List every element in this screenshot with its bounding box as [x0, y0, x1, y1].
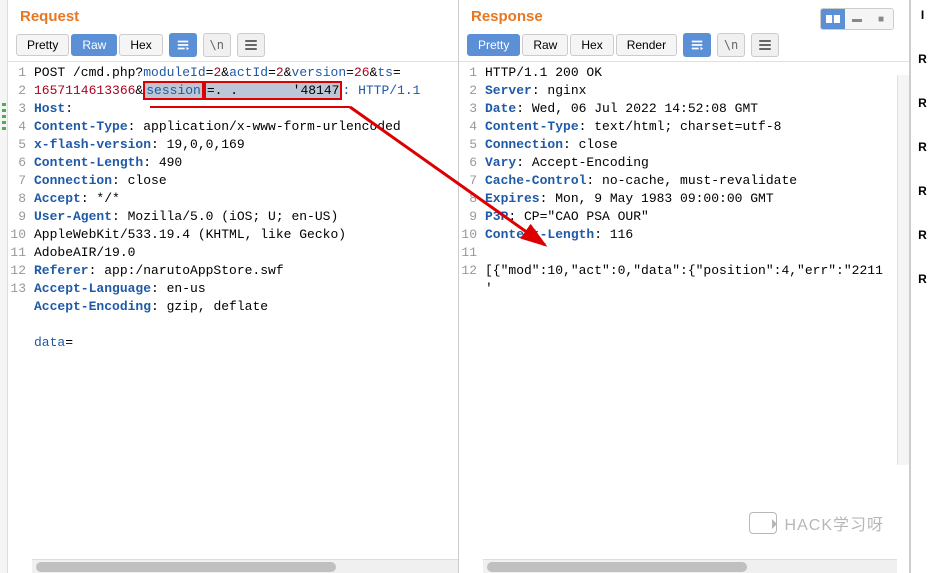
request-toolbar: PrettyRawHex \n — [8, 29, 458, 62]
request-code[interactable]: POST /cmd.php?moduleId=2&actId=2&version… — [32, 62, 458, 573]
code-line[interactable]: HTTP/1.1 200 OK — [483, 64, 909, 82]
tab-pretty[interactable]: Pretty — [467, 34, 520, 56]
code-line[interactable]: Expires: Mon, 9 May 1983 09:00:00 GMT — [483, 190, 909, 208]
code-line[interactable]: Vary: Accept-Encoding — [483, 154, 909, 172]
code-line[interactable]: Content-Length: 116 — [483, 226, 909, 244]
code-line[interactable]: Connection: close — [483, 136, 909, 154]
newline-icon[interactable]: \n — [717, 33, 745, 57]
right-sidebar: I R R R R R R — [910, 0, 934, 573]
code-line[interactable]: Server: nginx — [483, 82, 909, 100]
tab-hex[interactable]: Hex — [570, 34, 613, 56]
right-label[interactable]: R — [911, 272, 934, 286]
code-line[interactable]: Content-Type: application/x-www-form-url… — [32, 118, 458, 136]
code-line[interactable]: POST /cmd.php?moduleId=2&actId=2&version… — [32, 64, 458, 82]
watermark: HACK学习呀 — [749, 511, 884, 535]
watermark-text: HACK学习呀 — [785, 511, 884, 535]
code-line[interactable]: ' — [483, 280, 909, 298]
wechat-icon — [749, 512, 777, 534]
newline-icon[interactable]: \n — [203, 33, 231, 57]
code-line[interactable] — [483, 244, 909, 262]
tab-pretty[interactable]: Pretty — [16, 34, 69, 56]
code-line[interactable]: AdobeAIR/19.0 — [32, 244, 458, 262]
code-line[interactable]: Content-Length: 490 — [32, 154, 458, 172]
response-code[interactable]: HTTP/1.1 200 OKServer: nginxDate: Wed, 0… — [483, 62, 909, 573]
code-line[interactable]: 1657114613366&session=. . '48147: HTTP/1… — [32, 82, 458, 100]
right-label[interactable]: I — [911, 8, 934, 22]
expand-icon[interactable] — [169, 33, 197, 57]
response-gutter: 123456789101112 — [459, 62, 483, 573]
right-label[interactable]: R — [911, 184, 934, 198]
view-split-icon[interactable] — [821, 9, 845, 29]
tab-raw[interactable]: Raw — [71, 34, 117, 56]
code-line[interactable]: Host: — [32, 100, 458, 118]
response-vscroll[interactable] — [897, 75, 909, 465]
right-label[interactable]: R — [911, 52, 934, 66]
view-single-icon[interactable]: ▬ — [845, 9, 869, 29]
request-gutter: 12345678910111213 — [8, 62, 32, 573]
code-line[interactable]: Referer: app:/narutoAppStore.swf — [32, 262, 458, 280]
left-gutter — [0, 0, 8, 573]
code-line[interactable]: Cache-Control: no-cache, must-revalidate — [483, 172, 909, 190]
code-line[interactable]: AppleWebKit/533.19.4 (KHTML, like Gecko) — [32, 226, 458, 244]
expand-icon[interactable] — [683, 33, 711, 57]
code-line[interactable]: Accept-Language: en-us — [32, 280, 458, 298]
code-line[interactable]: Accept: */* — [32, 190, 458, 208]
response-panel: Response PrettyRawHexRender \n 1234567891… — [459, 0, 910, 573]
menu-icon[interactable] — [237, 33, 265, 57]
code-line[interactable]: P3P: CP="CAO PSA OUR" — [483, 208, 909, 226]
code-line[interactable]: x-flash-version: 19,0,0,169 — [32, 136, 458, 154]
response-hscroll[interactable] — [483, 559, 897, 573]
view-toggle: ▬ ■ — [820, 8, 894, 30]
code-line[interactable]: [{"mod":10,"act":0,"data":{"position":4,… — [483, 262, 909, 280]
tab-raw[interactable]: Raw — [522, 34, 568, 56]
code-line[interactable] — [32, 316, 458, 334]
request-panel: Request PrettyRawHex \n 12345678910111213… — [8, 0, 459, 573]
code-line[interactable]: Accept-Encoding: gzip, deflate — [32, 298, 458, 316]
tab-hex[interactable]: Hex — [119, 34, 162, 56]
tab-render[interactable]: Render — [616, 34, 677, 56]
menu-icon[interactable] — [751, 33, 779, 57]
code-line[interactable]: Date: Wed, 06 Jul 2022 14:52:08 GMT — [483, 100, 909, 118]
code-line[interactable]: Connection: close — [32, 172, 458, 190]
request-hscroll[interactable] — [32, 559, 458, 573]
response-toolbar: PrettyRawHexRender \n — [459, 29, 909, 62]
response-title: Response — [471, 8, 543, 25]
code-line[interactable]: User-Agent: Mozilla/5.0 (iOS; U; en-US) — [32, 208, 458, 226]
right-label[interactable]: R — [911, 228, 934, 242]
right-label[interactable]: R — [911, 140, 934, 154]
code-line[interactable]: Content-Type: text/html; charset=utf-8 — [483, 118, 909, 136]
view-full-icon[interactable]: ■ — [869, 9, 893, 29]
right-label[interactable]: R — [911, 96, 934, 110]
request-title: Request — [20, 8, 79, 25]
code-line[interactable]: data= — [32, 334, 458, 352]
